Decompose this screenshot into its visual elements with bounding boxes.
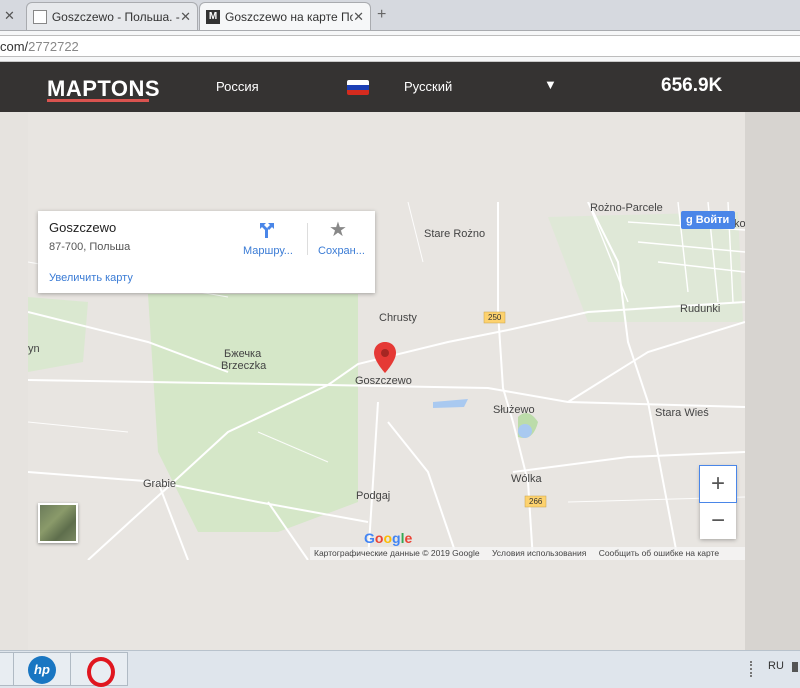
location-pin: [374, 342, 396, 373]
signin-label: Войти: [695, 214, 730, 226]
taskbar-item-opera[interactable]: [70, 652, 128, 687]
left-margin: [0, 112, 28, 650]
site-header: MAPTONS Россия Русский ▼ 656.9K: [0, 62, 800, 112]
map-label-chrusty: Chrusty: [379, 312, 417, 324]
place-name: Goszczewo: [49, 220, 117, 235]
tab-close-icon[interactable]: ✕: [180, 9, 191, 25]
save-button[interactable]: Сохран...: [318, 245, 365, 257]
map-label-rudunki: Rudunki: [680, 303, 721, 315]
google-signin-button[interactable]: g Войти: [681, 211, 735, 229]
opera-icon: [87, 657, 115, 687]
logo-letter: g: [392, 530, 401, 546]
divider: [307, 223, 308, 255]
russia-flag-icon: [347, 80, 369, 95]
place-address: 87-700, Польша: [49, 241, 131, 253]
page-favicon-icon: [33, 9, 47, 24]
route-266-label: 266: [529, 497, 543, 506]
new-tab-button[interactable]: +: [377, 7, 391, 23]
url-host: com/: [0, 39, 29, 54]
map-label-rozno-parcele: Rożno-Parcele: [590, 202, 663, 214]
logo-letter: e: [404, 530, 413, 546]
map-data-credit: Картографические данные © 2019 Google: [314, 548, 480, 558]
place-info-card: Goszczewo 87-700, Польша Увеличить карту…: [38, 211, 375, 293]
logo-letter: o: [383, 530, 393, 546]
terms-link[interactable]: Условия использования: [492, 548, 586, 558]
route-250-label: 250: [488, 313, 502, 322]
tab-close-icon[interactable]: ✕: [353, 9, 364, 25]
map-label-yn: yn: [28, 343, 40, 355]
language-selector[interactable]: Русский: [404, 79, 452, 94]
tab-label: Goszczewo на карте Польш: [225, 9, 353, 24]
url-path: 2772722: [28, 39, 79, 54]
logo-underline: [47, 99, 149, 102]
zoom-out-button[interactable]: −: [700, 503, 736, 539]
right-margin: [745, 112, 800, 650]
tray-icon[interactable]: [790, 659, 800, 675]
tab-goszczewo-map[interactable]: M Goszczewo на карте Польш ✕: [199, 2, 371, 30]
directions-icon[interactable]: [257, 220, 277, 240]
map-label-grabie: Grabie: [143, 478, 177, 490]
country-selector[interactable]: Россия: [216, 79, 259, 94]
map-label-sluzewo: Służewo: [493, 404, 535, 416]
tray-grip-icon: [750, 661, 758, 677]
map-label-wolka: Wólka: [511, 473, 542, 485]
map-label-ko: ko: [734, 218, 745, 230]
tab-label: Goszczewo - Польша. - Бе: [51, 9, 180, 24]
star-icon[interactable]: ★: [329, 217, 347, 242]
map-label-goszczewo: Goszczewo: [355, 375, 412, 387]
zoom-in-button[interactable]: +: [699, 465, 737, 503]
enlarge-map-link[interactable]: Увеличить карту: [49, 272, 133, 284]
maptons-favicon-icon: M: [206, 9, 220, 24]
tab-close-previous[interactable]: ✕: [4, 8, 15, 24]
google-logo: Google: [364, 530, 412, 546]
map-label-bzhechka: Бжечка: [224, 348, 262, 360]
map-loading-area: [28, 112, 745, 202]
address-bar-container: com/2772722: [0, 31, 800, 62]
visitor-count: 656.9K: [661, 75, 723, 96]
map-label-brzeczka: Brzeczka: [221, 360, 267, 372]
browser-tab-bar: ✕ Goszczewo - Польша. - Бе ✕ M Goszczewo…: [0, 0, 800, 31]
hp-logo-icon: hp: [28, 656, 56, 684]
input-language-indicator[interactable]: RU: [768, 660, 784, 672]
logo-letter: G: [364, 530, 375, 546]
tab-goszczewo-poland[interactable]: Goszczewo - Польша. - Бе ✕: [26, 2, 198, 30]
directions-button[interactable]: Маршру...: [243, 245, 293, 257]
map-label-podgaj: Podgaj: [356, 490, 391, 502]
map-label-stara-wies: Stara Wieś: [655, 407, 709, 419]
address-bar[interactable]: com/2772722: [0, 35, 800, 57]
taskbar-item-hp[interactable]: hp: [13, 652, 71, 686]
satellite-toggle-button[interactable]: [38, 503, 78, 543]
taskbar: hp RU: [0, 650, 800, 688]
map-attribution: Картографические данные © 2019 Google Ус…: [310, 547, 745, 560]
map-label-stare-rozno: Stare Rożno: [424, 228, 486, 240]
zoom-controls: + −: [699, 465, 737, 539]
chevron-down-icon[interactable]: ▼: [544, 77, 557, 92]
google-g-icon: g: [686, 214, 693, 226]
report-error-link[interactable]: Сообщить об ошибке на карте: [599, 548, 719, 558]
